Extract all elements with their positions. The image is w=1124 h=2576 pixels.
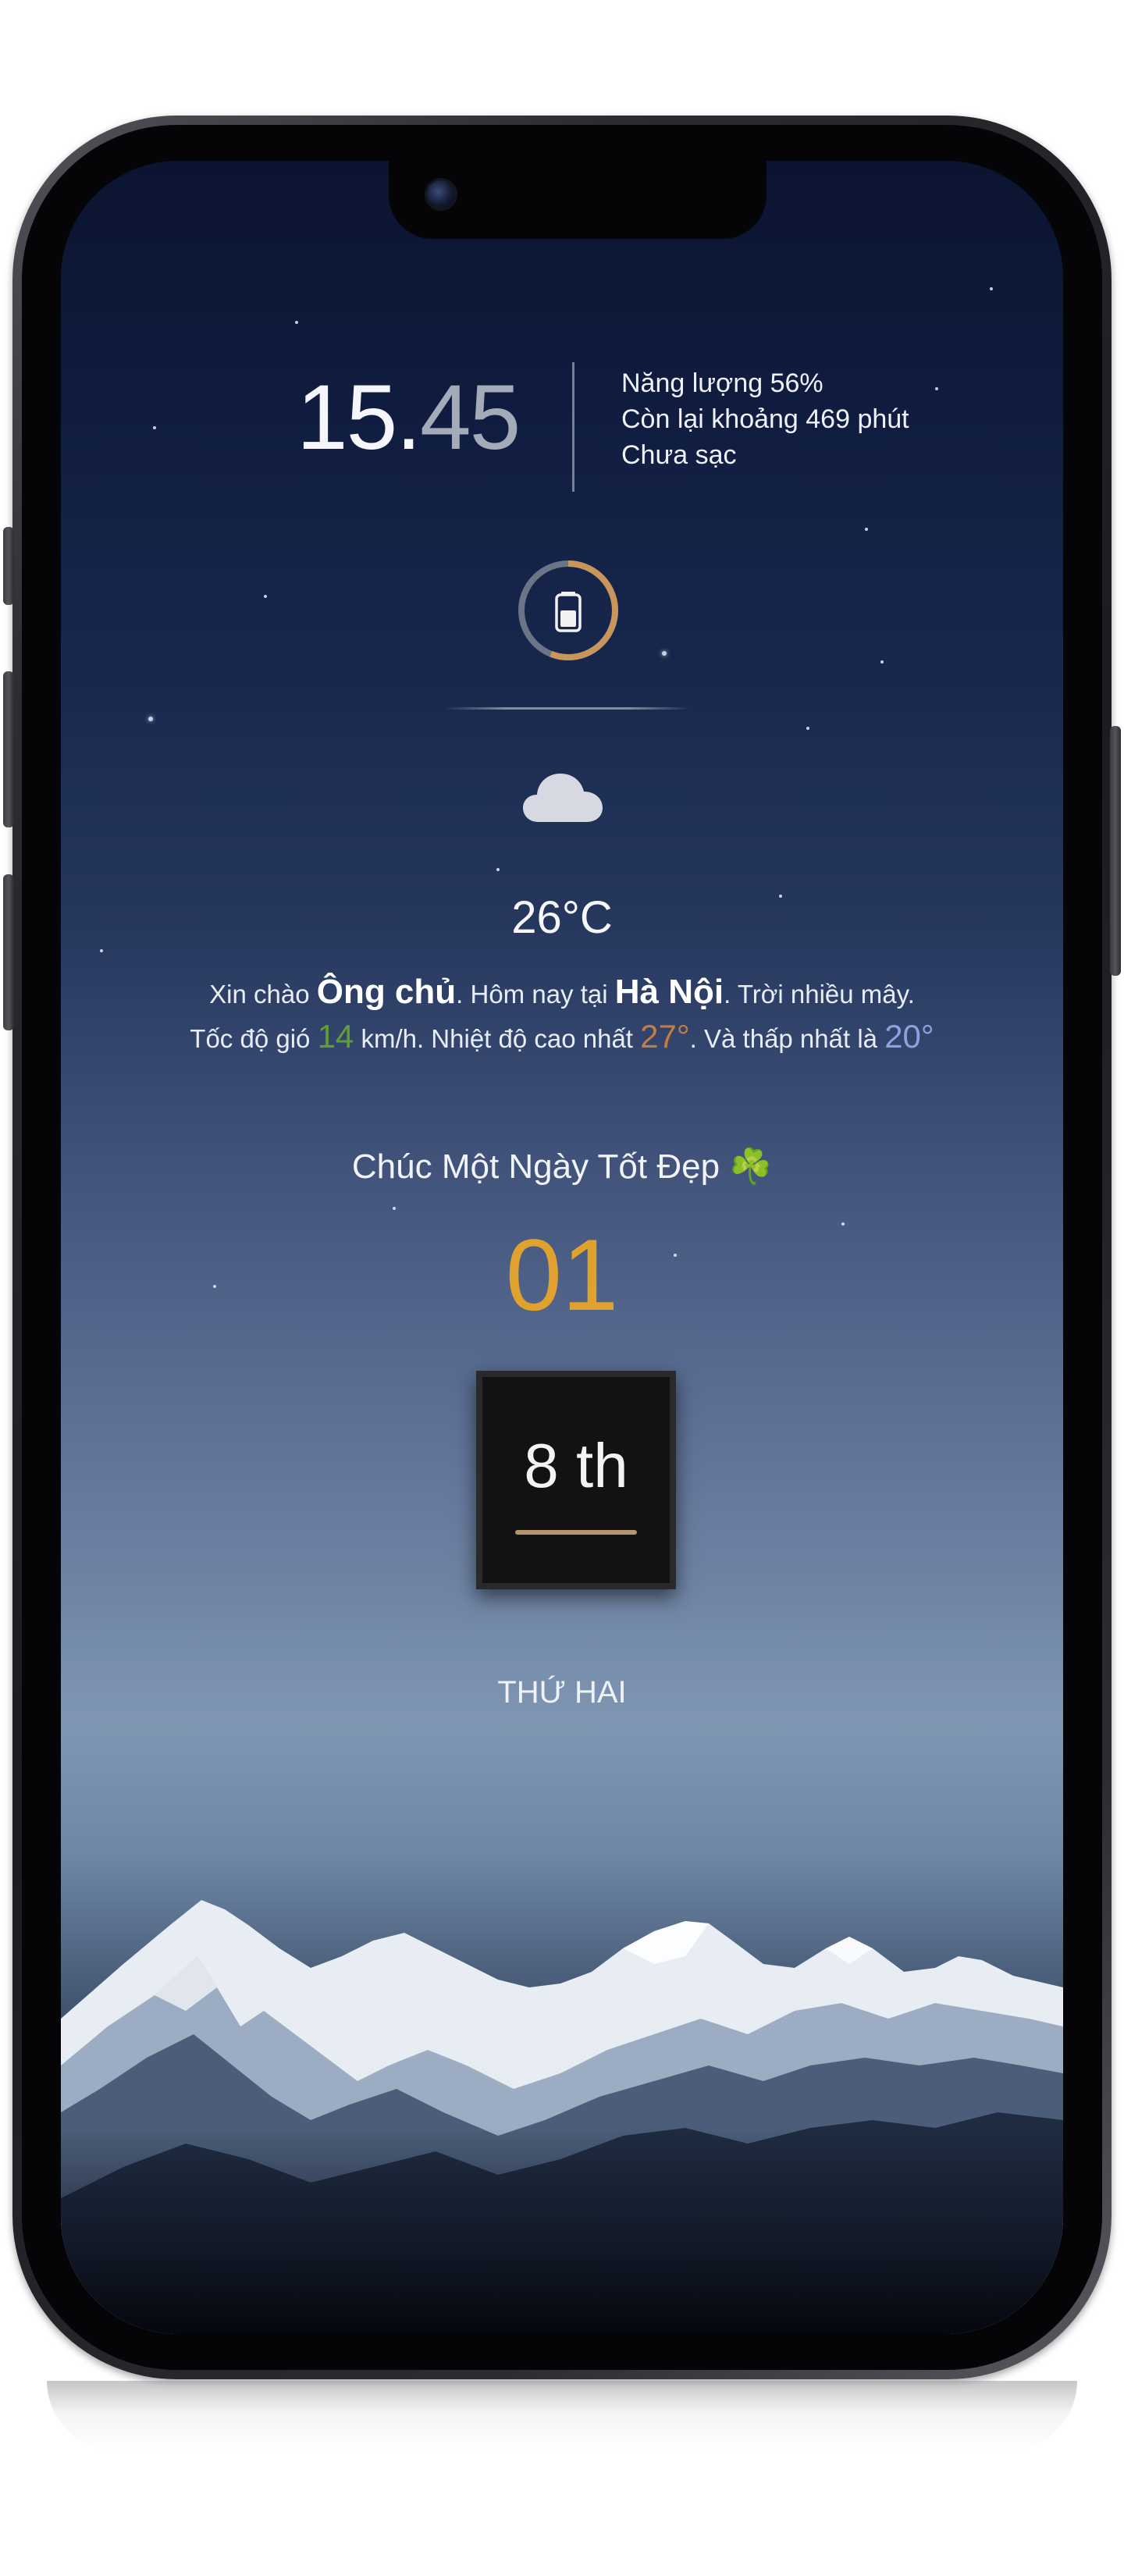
weather-greeting: Xin chào Ông chủ. Hôm nay tại Hà Nội. Tr… (190, 971, 934, 1060)
daily-wish: Chúc Một Ngày Tốt Đẹp ☘️ (61, 1146, 1063, 1187)
star (393, 1207, 396, 1210)
notch (389, 161, 767, 239)
battery-level-text: Năng lượng 56% (621, 368, 823, 398)
cloud-icon (523, 774, 603, 822)
volume-down-button[interactable] (3, 874, 14, 1030)
low-temperature: 20° (884, 1018, 934, 1055)
battery-icon (555, 592, 582, 632)
star (990, 287, 993, 290)
greeting-text: . Và thấp nhất là (689, 1024, 885, 1053)
month-card: 8 th (476, 1371, 676, 1589)
star (153, 426, 156, 429)
battery-info: Năng lượng 56% Còn lại khoảng 469 phút C… (621, 365, 909, 473)
month-label: 8 th (524, 1431, 628, 1500)
phone-frame: 15.45 Năng lượng 56% Còn lại khoảng 469 … (12, 116, 1112, 2379)
owner-name: Ông chủ (316, 973, 457, 1011)
weekday-label: THỨ HAI (497, 1675, 627, 1710)
star (295, 321, 298, 324)
power-button[interactable] (1110, 726, 1121, 976)
star (148, 717, 153, 721)
star (865, 528, 868, 531)
mountain-landscape (61, 1900, 1063, 2334)
clover-icon: ☘️ (729, 1147, 773, 1186)
charging-status-text: Chưa sạc (621, 440, 737, 470)
phone-reflection (47, 2381, 1077, 2451)
clock-minutes: 45 (420, 366, 521, 469)
greeting-text: Xin chào (209, 980, 317, 1009)
city-name: Hà Nội (614, 973, 724, 1011)
star (662, 651, 667, 656)
star (935, 387, 938, 390)
lock-screen: 15.45 Năng lượng 56% Còn lại khoảng 469 … (61, 161, 1063, 2334)
clock-hours: 15. (297, 366, 422, 469)
battery-ring (518, 560, 618, 660)
battery-remaining-text: Còn lại khoảng 469 phút (621, 404, 909, 434)
star (264, 595, 267, 598)
clock: 15.45 (297, 372, 521, 464)
star (496, 868, 500, 871)
star (880, 660, 884, 664)
greeting-text: . Hôm nay tại (456, 980, 615, 1009)
star (100, 949, 103, 952)
front-camera (425, 178, 457, 211)
volume-up-button[interactable] (3, 671, 14, 827)
day-of-month: 01 (505, 1218, 619, 1332)
high-temperature: 27° (640, 1018, 690, 1055)
star (806, 727, 809, 730)
greeting-text: km/h. Nhiệt độ cao nhất (354, 1024, 641, 1053)
horizontal-divider (445, 707, 690, 710)
month-underline (515, 1530, 637, 1535)
temperature: 26°C (511, 892, 613, 943)
wish-text: Chúc Một Ngày Tốt Đẹp (351, 1147, 730, 1186)
wind-speed: 14 (317, 1018, 354, 1055)
vertical-divider (572, 362, 574, 492)
silent-switch[interactable] (3, 527, 14, 605)
